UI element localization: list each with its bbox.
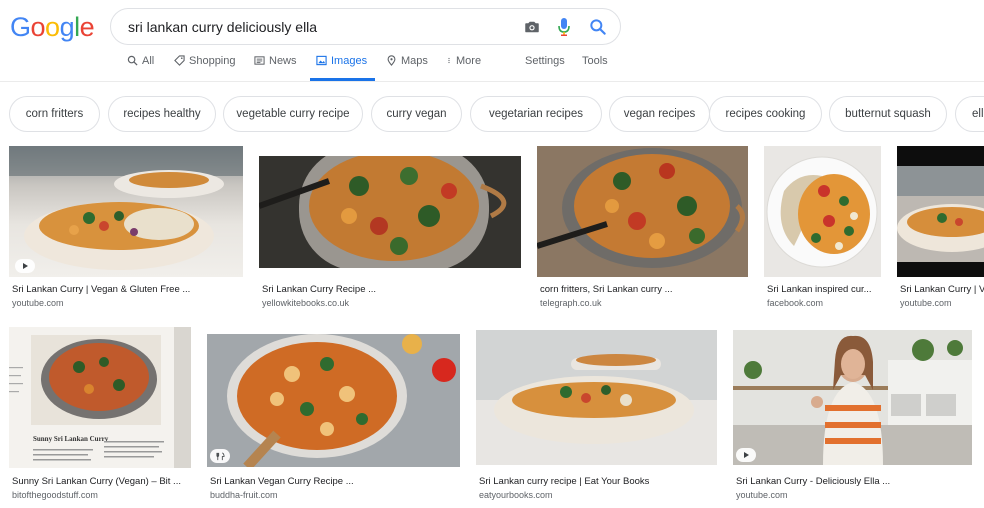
tab-label: Tools bbox=[582, 55, 608, 67]
result-source: youtube.com bbox=[900, 298, 952, 308]
result-thumbnail[interactable] bbox=[537, 146, 748, 277]
chip[interactable]: vegan recipes bbox=[609, 96, 710, 132]
chip[interactable]: ella bbox=[955, 96, 984, 132]
curry-bowl-image bbox=[897, 146, 984, 277]
result-thumbnail[interactable]: Sunny Sri Lankan Curry bbox=[9, 327, 191, 468]
result-source: eatyourbooks.com bbox=[479, 490, 553, 500]
result-title[interactable]: Sri Lankan Vegan Curry Recipe ... bbox=[210, 476, 354, 487]
tab-settings[interactable]: Settings bbox=[525, 55, 565, 81]
map-pin-icon bbox=[387, 55, 396, 66]
search-icon bbox=[127, 55, 138, 66]
result-source: youtube.com bbox=[12, 298, 64, 308]
logo-letter: G bbox=[10, 12, 31, 42]
result-source: youtube.com bbox=[736, 490, 788, 500]
result-thumbnail[interactable] bbox=[259, 156, 521, 268]
video-badge bbox=[736, 448, 756, 462]
kitchen-video-image bbox=[733, 330, 972, 465]
google-logo[interactable]: Google bbox=[10, 12, 95, 43]
header-divider bbox=[0, 81, 984, 82]
tab-label: Settings bbox=[525, 55, 565, 67]
recipe-icon bbox=[215, 452, 225, 460]
tab-label: News bbox=[269, 55, 297, 67]
result-source: yellowkitebooks.co.uk bbox=[262, 298, 350, 308]
result-thumbnail[interactable] bbox=[764, 146, 881, 277]
cookbook-page-image: Sunny Sri Lankan Curry bbox=[9, 327, 191, 468]
result-thumbnail[interactable] bbox=[733, 330, 972, 465]
more-vert-icon bbox=[448, 57, 450, 64]
search-box[interactable]: sri lankan curry deliciously ella bbox=[110, 8, 621, 45]
tab-all[interactable]: All bbox=[127, 55, 154, 81]
search-input[interactable]: sri lankan curry deliciously ella bbox=[128, 19, 317, 35]
tab-tools[interactable]: Tools bbox=[582, 55, 608, 81]
chip[interactable]: corn fritters bbox=[9, 96, 100, 132]
result-title[interactable]: Sri Lankan curry recipe | Eat Your Books bbox=[479, 476, 649, 487]
curry-bowl-image bbox=[476, 330, 717, 465]
result-title[interactable]: corn fritters, Sri Lankan curry ... bbox=[540, 284, 673, 295]
tab-images[interactable]: Images bbox=[310, 55, 375, 81]
search-tabs: All Shopping News Images Maps More Setti… bbox=[0, 55, 984, 81]
curry-pot-image bbox=[537, 146, 748, 277]
video-badge bbox=[15, 259, 35, 273]
result-source: bitofthegoodstuff.com bbox=[12, 490, 98, 500]
recipe-badge bbox=[210, 449, 230, 463]
result-title[interactable]: Sri Lankan inspired cur... bbox=[767, 284, 872, 295]
result-source: buddha-fruit.com bbox=[210, 490, 278, 500]
tab-label: All bbox=[142, 55, 155, 67]
tab-maps[interactable]: Maps bbox=[386, 55, 428, 81]
result-source: telegraph.co.uk bbox=[540, 298, 602, 308]
play-icon bbox=[744, 452, 749, 458]
chip[interactable]: recipes cooking bbox=[709, 96, 822, 132]
chip[interactable]: recipes healthy bbox=[108, 96, 216, 132]
result-source: facebook.com bbox=[767, 298, 824, 308]
tab-label: Maps bbox=[401, 55, 428, 67]
curry-pot-image bbox=[259, 156, 521, 268]
chip[interactable]: vegetable curry recipe bbox=[223, 96, 363, 132]
chip[interactable]: butternut squash bbox=[829, 96, 947, 132]
result-thumbnail[interactable] bbox=[207, 334, 460, 467]
image-icon bbox=[316, 55, 327, 66]
play-icon bbox=[23, 263, 28, 269]
tab-label: Images bbox=[331, 55, 368, 67]
result-title[interactable]: Sunny Sri Lankan Curry (Vegan) – Bit ... bbox=[12, 476, 181, 487]
result-title[interactable]: Sri Lankan Curry Recipe ... bbox=[262, 284, 376, 295]
related-search-chips: corn fritters recipes healthy vegetable … bbox=[9, 96, 984, 132]
curry-pan-image bbox=[207, 334, 460, 467]
svg-text:Sunny Sri Lankan Curry: Sunny Sri Lankan Curry bbox=[33, 435, 109, 443]
logo-letter: e bbox=[79, 12, 95, 42]
tab-more[interactable]: More bbox=[446, 55, 481, 81]
tab-shopping[interactable]: Shopping bbox=[174, 55, 236, 81]
logo-letter: o bbox=[30, 12, 46, 42]
tab-label: Shopping bbox=[189, 55, 236, 67]
tab-label: More bbox=[456, 55, 482, 67]
tab-news[interactable]: News bbox=[254, 55, 297, 81]
camera-icon[interactable] bbox=[523, 18, 541, 36]
result-title[interactable]: Sri Lankan Curry | V bbox=[900, 284, 984, 295]
result-title[interactable]: Sri Lankan Curry - Deliciously Ella ... bbox=[736, 476, 890, 487]
news-icon bbox=[254, 56, 265, 65]
mic-icon[interactable] bbox=[558, 17, 570, 37]
logo-letter: o bbox=[45, 12, 60, 42]
curry-bowl-image bbox=[9, 146, 243, 270]
result-thumbnail[interactable] bbox=[476, 330, 717, 465]
tag-icon bbox=[174, 55, 185, 66]
result-thumbnail[interactable] bbox=[9, 146, 243, 277]
curry-plate-image bbox=[766, 156, 878, 268]
logo-letter: g bbox=[59, 12, 75, 42]
result-thumbnail[interactable] bbox=[897, 146, 984, 277]
chip[interactable]: curry vegan bbox=[371, 96, 462, 132]
search-icon[interactable] bbox=[588, 17, 608, 37]
result-title[interactable]: Sri Lankan Curry | Vegan & Gluten Free .… bbox=[12, 284, 190, 295]
chip[interactable]: vegetarian recipes bbox=[470, 96, 602, 132]
